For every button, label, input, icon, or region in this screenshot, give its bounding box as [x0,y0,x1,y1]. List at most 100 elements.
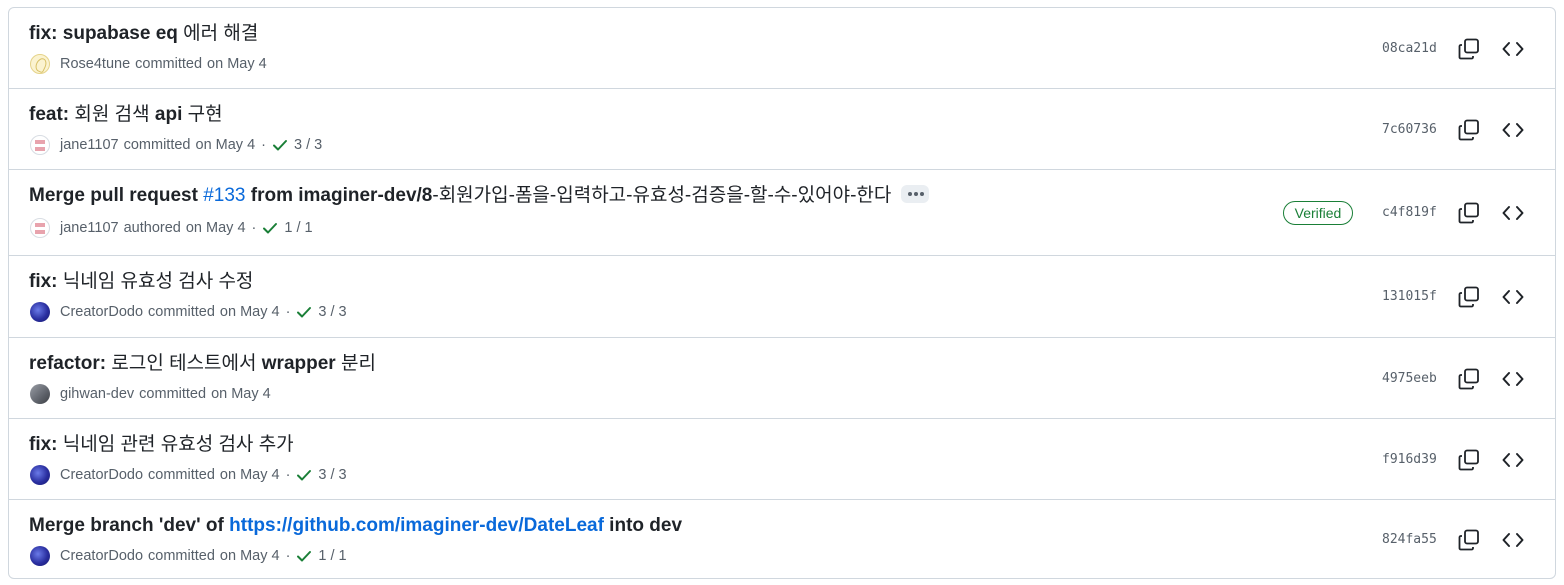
copy-icon [1458,449,1479,470]
separator: · [251,220,257,236]
commit-title-text: into dev [603,515,683,536]
author-name[interactable]: CreatorDodo [60,465,143,485]
commit-title-text: 구현 [182,104,223,125]
avatar[interactable] [30,302,50,322]
copy-sha-button[interactable] [1458,119,1480,141]
verified-badge[interactable]: Verified [1283,201,1353,225]
commit-row: fix: 닉네임 유효성 검사 수정 CreatorDodo committed on… [9,256,1555,338]
commit-title[interactable]: refactor: 로그인 테스트에서 wrapper 분리 [29,352,376,376]
check-icon[interactable] [296,467,312,483]
check-icon[interactable] [296,304,312,320]
browse-code-button[interactable] [1501,449,1525,471]
commit-meta: Rose4tune committed on May 4 [30,54,267,74]
commit-title[interactable]: fix: 닉네임 관련 유효성 검사 추가 [29,433,294,457]
checks-count[interactable]: 3 / 3 [294,135,322,155]
copy-icon [1458,119,1479,140]
commit-action: committed [148,467,215,483]
commit-title-text: 닉네임 유효성 검사 수정 [57,271,254,292]
commit-action: committed [148,304,215,320]
copy-icon [1458,286,1479,308]
code-icon [1502,206,1524,220]
commit-meta: gihwan-dev committed on May 4 [30,384,271,404]
copy-sha-button[interactable] [1458,449,1480,471]
avatar[interactable] [30,54,50,74]
separator: · [285,304,291,320]
browse-code-button[interactable] [1501,202,1525,224]
copy-icon [1458,368,1479,389]
commit-title[interactable]: Merge pull request #133 from imaginer-de… [29,184,930,208]
commit-action: committed [135,56,203,72]
commit-title-text: Merge pull request [29,185,204,206]
check-icon[interactable] [296,548,312,564]
commit-row: refactor: 로그인 테스트에서 wrapper 분리 gihwan-dev… [9,338,1555,419]
browse-code-button[interactable] [1501,119,1525,141]
ellipsis-icon[interactable] [901,184,930,203]
commit-title[interactable]: Merge branch 'dev' of https://github.com… [29,514,682,538]
author-name[interactable]: jane1107 [60,218,119,238]
copy-sha-button[interactable] [1458,38,1480,60]
commit-title-text: 에러 해결 [177,23,259,44]
commit-action: committed [123,137,191,153]
commit-title-link[interactable]: #133 [203,185,245,206]
author-name[interactable]: CreatorDodo [60,546,143,566]
browse-code-button[interactable] [1501,38,1525,60]
commit-sha[interactable]: 08ca21d [1382,41,1437,56]
commit-row: fix: supabase eq 에러 해결 Rose4tune committed… [9,8,1555,89]
commit-title[interactable]: fix: 닉네임 유효성 검사 수정 [29,270,253,294]
author-name[interactable]: CreatorDodo [60,302,143,322]
copy-sha-button[interactable] [1458,529,1480,551]
commit-sha[interactable]: 824fa55 [1382,532,1437,547]
commit-sha[interactable]: 7c60736 [1382,122,1437,137]
commit-sha[interactable]: 131015f [1382,289,1437,304]
commit-title-text: fix: [29,271,58,292]
commit-title-text: from imaginer-dev/8 [245,185,433,206]
code-icon [1502,41,1524,56]
checks-count[interactable]: 1 / 1 [284,218,312,238]
avatar[interactable] [30,384,50,404]
commit-title-text: feat: [29,104,70,125]
commit-meta: CreatorDodo committed on May 4 · 3 / 3 [30,465,347,485]
avatar[interactable] [30,465,50,485]
checks-count[interactable]: 1 / 1 [318,546,346,566]
commit-title-text: supabase eq [57,23,178,44]
commit-title-text: refactor: [29,353,107,374]
commit-title-text: wrapper [261,353,336,374]
separator: · [285,548,291,564]
commit-sha[interactable]: c4f819f [1382,205,1437,220]
commit-title[interactable]: feat: 회원 검색 api 구현 [29,103,223,127]
browse-code-button[interactable] [1501,286,1525,308]
commit-meta: CreatorDodo committed on May 4 · 1 / 1 [30,546,347,566]
author-name[interactable]: Rose4tune [60,54,130,74]
copy-sha-button[interactable] [1458,286,1480,308]
separator: · [285,467,291,483]
copy-sha-button[interactable] [1458,202,1480,224]
commit-date: on May 4 [185,220,246,236]
commit-sha[interactable]: 4975eeb [1382,371,1437,386]
commit-title-text: fix: [29,434,58,455]
commit-title-link[interactable]: https://github.com/imaginer-dev/DateLeaf [229,515,604,536]
avatar[interactable] [30,546,50,566]
author-name[interactable]: gihwan-dev [60,384,134,404]
commit-action: authored [123,220,181,236]
checks-count[interactable]: 3 / 3 [318,465,346,485]
commit-row: fix: 닉네임 관련 유효성 검사 추가 CreatorDodo committe… [9,419,1555,500]
code-icon [1502,122,1524,137]
commit-title-text: fix: [29,23,58,44]
copy-sha-button[interactable] [1458,368,1480,390]
check-icon[interactable] [262,220,278,236]
commit-date: on May 4 [219,304,280,320]
commit-meta: CreatorDodo committed on May 4 · 3 / 3 [30,302,347,322]
avatar[interactable] [30,218,50,238]
separator: · [261,137,266,153]
browse-code-button[interactable] [1501,529,1525,551]
commit-sha[interactable]: f916d39 [1382,452,1437,467]
browse-code-button[interactable] [1501,368,1525,390]
commit-title[interactable]: fix: supabase eq 에러 해결 [29,22,258,46]
check-icon[interactable] [272,137,288,153]
commit-action: committed [139,386,207,402]
author-name[interactable]: jane1107 [60,135,119,155]
commit-list: fix: supabase eq 에러 해결 Rose4tune committed… [8,7,1556,579]
avatar[interactable] [30,135,50,155]
copy-icon [1458,529,1479,551]
checks-count[interactable]: 3 / 3 [318,302,346,322]
